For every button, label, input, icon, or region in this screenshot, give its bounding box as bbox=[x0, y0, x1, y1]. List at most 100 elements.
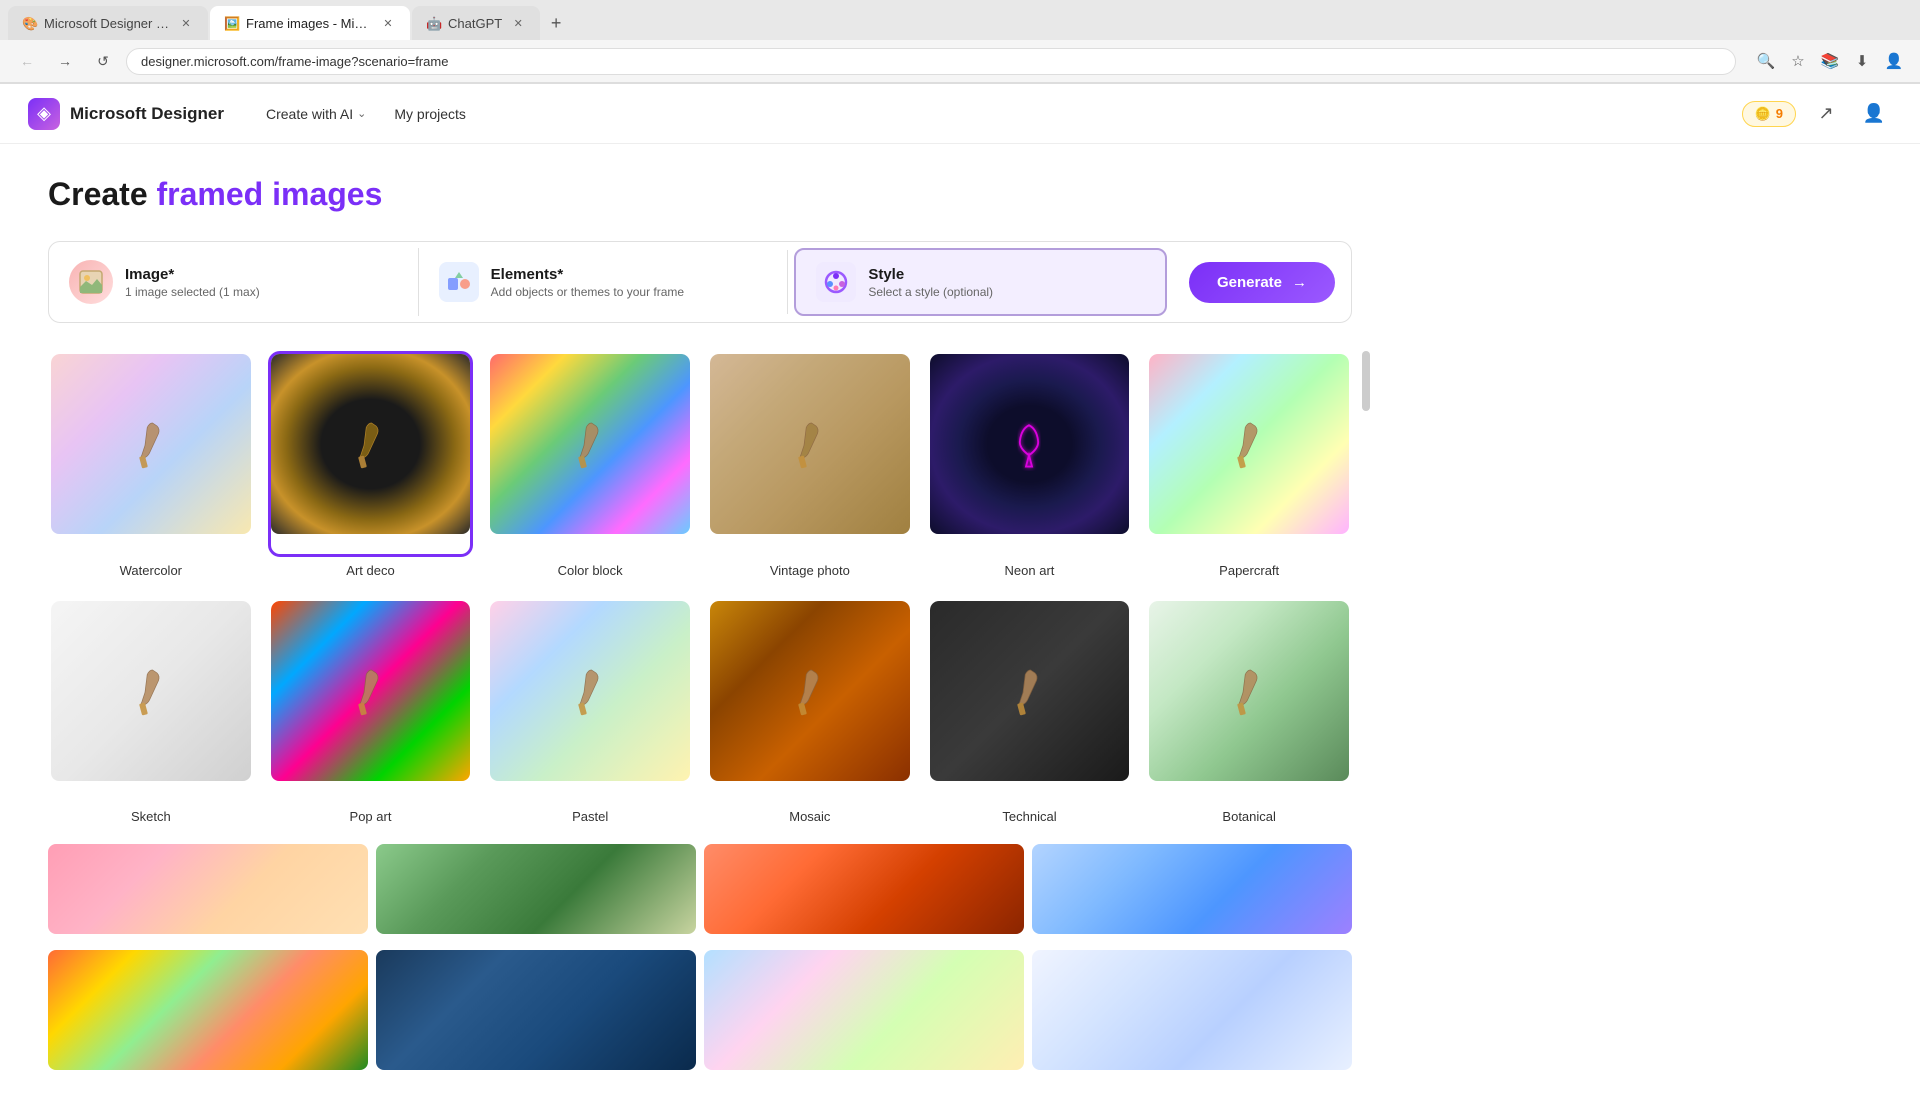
elements-icon bbox=[439, 262, 479, 302]
brush-icon bbox=[340, 661, 400, 721]
bottom-strip-2 bbox=[48, 942, 1352, 1070]
tab-bar: 🎨 Microsoft Designer - Stunning... ✕ 🖼️ … bbox=[0, 0, 1920, 40]
bottom-strip-1 bbox=[48, 844, 1352, 934]
image-info: Image* 1 image selected (1 max) bbox=[125, 266, 260, 299]
generate-arrow-icon: → bbox=[1292, 274, 1307, 291]
style-card-sketch[interactable]: Sketch bbox=[48, 598, 254, 825]
tab-3[interactable]: 🤖 ChatGPT ✕ bbox=[412, 6, 540, 40]
style-card-mosaic[interactable]: Mosaic bbox=[707, 598, 913, 825]
style-icon bbox=[816, 262, 856, 302]
style-card-art-deco[interactable]: Art deco bbox=[268, 351, 474, 578]
strip-image-food[interactable] bbox=[48, 950, 368, 1070]
page-title-plain: Create bbox=[48, 176, 157, 212]
new-tab-button[interactable]: + bbox=[542, 9, 570, 37]
bookmark-button[interactable]: 📚 bbox=[1816, 47, 1844, 75]
browser-chrome: 🎨 Microsoft Designer - Stunning... ✕ 🖼️ … bbox=[0, 0, 1920, 84]
style-image-9 bbox=[710, 601, 910, 781]
my-projects-nav[interactable]: My projects bbox=[380, 100, 480, 128]
scroll-container: Watercolor Art deco Color block Vintage pho… bbox=[48, 351, 1352, 824]
app-logo: ◈ Microsoft Designer bbox=[28, 98, 224, 130]
app-name: Microsoft Designer bbox=[70, 104, 224, 124]
style-label: Style bbox=[868, 266, 993, 283]
scroll-thumb[interactable] bbox=[1362, 351, 1370, 411]
style-name-6: Sketch bbox=[48, 809, 254, 824]
style-card-watercolor[interactable]: Watercolor bbox=[48, 351, 254, 578]
strip-image-sticker[interactable] bbox=[704, 950, 1024, 1070]
brush-icon bbox=[999, 414, 1059, 474]
style-image-2 bbox=[490, 354, 690, 534]
chevron-down-icon: ⌄ bbox=[357, 107, 366, 120]
brush-icon bbox=[780, 414, 840, 474]
strip-image-tools[interactable] bbox=[376, 950, 696, 1070]
toolbar: Image* 1 image selected (1 max) Elements… bbox=[48, 241, 1352, 323]
strip-image-cats[interactable] bbox=[1032, 950, 1352, 1070]
style-card-botanical[interactable]: Botanical bbox=[1146, 598, 1352, 825]
tab-1-favicon: 🎨 bbox=[22, 16, 36, 30]
tab-2-close[interactable]: ✕ bbox=[380, 15, 396, 31]
logo-icon: ◈ bbox=[28, 98, 60, 130]
brush-icon bbox=[121, 414, 181, 474]
style-name-7: Pop art bbox=[268, 809, 474, 824]
elements-section[interactable]: Elements* Add objects or themes to your … bbox=[419, 250, 789, 314]
strip-image-4[interactable] bbox=[1032, 844, 1352, 934]
style-name-8: Pastel bbox=[487, 809, 693, 824]
style-card-papercraft[interactable]: Papercraft bbox=[1146, 351, 1352, 578]
tab-1-close[interactable]: ✕ bbox=[178, 15, 194, 31]
image-section[interactable]: Image* 1 image selected (1 max) bbox=[49, 248, 419, 316]
style-image-8 bbox=[490, 601, 690, 781]
elements-info: Elements* Add objects or themes to your … bbox=[491, 266, 684, 299]
coin-icon: 🪙 bbox=[1755, 106, 1771, 122]
style-image-3 bbox=[710, 354, 910, 534]
style-name-1: Art deco bbox=[268, 563, 474, 578]
style-grid-2: Sketch Pop art Pastel Mosaic Technical Botani… bbox=[48, 598, 1352, 825]
style-card-pop-art[interactable]: Pop art bbox=[268, 598, 474, 825]
zoom-button[interactable]: 🔍 bbox=[1752, 47, 1780, 75]
tab-3-close[interactable]: ✕ bbox=[510, 15, 526, 31]
browser-controls: ← → ↺ designer.microsoft.com/frame-image… bbox=[0, 40, 1920, 83]
share-button[interactable]: ↗ bbox=[1808, 96, 1844, 132]
image-label: Image* bbox=[125, 266, 260, 283]
profile-button[interactable]: 👤 bbox=[1880, 47, 1908, 75]
strip-image-1[interactable] bbox=[48, 844, 368, 934]
style-image-1 bbox=[271, 354, 471, 534]
download-button[interactable]: ⬇ bbox=[1848, 47, 1876, 75]
style-name-2: Color block bbox=[487, 563, 693, 578]
generate-button[interactable]: Generate → bbox=[1189, 262, 1335, 303]
style-card-color-block[interactable]: Color block bbox=[487, 351, 693, 578]
back-button[interactable]: ← bbox=[12, 46, 42, 76]
url-text: designer.microsoft.com/frame-image?scena… bbox=[141, 54, 448, 69]
strip-image-2[interactable] bbox=[376, 844, 696, 934]
strip-image-3[interactable] bbox=[704, 844, 1024, 934]
brush-icon bbox=[560, 661, 620, 721]
tab-2[interactable]: 🖼️ Frame images - Microsoft Des... ✕ bbox=[210, 6, 410, 40]
style-card-vintage-photo[interactable]: Vintage photo bbox=[707, 351, 913, 578]
star-button[interactable]: ☆ bbox=[1784, 47, 1812, 75]
page-content: Create framed images Image* 1 image sele… bbox=[0, 144, 1400, 1102]
my-projects-label: My projects bbox=[394, 106, 466, 122]
page-title-highlight: framed images bbox=[157, 176, 383, 212]
forward-button[interactable]: → bbox=[50, 46, 80, 76]
style-name-9: Mosaic bbox=[707, 809, 913, 824]
account-button[interactable]: 👤 bbox=[1856, 96, 1892, 132]
style-grid: Watercolor Art deco Color block Vintage pho… bbox=[48, 351, 1352, 578]
style-image-4 bbox=[930, 354, 1130, 534]
style-card-neon-art[interactable]: Neon art bbox=[927, 351, 1133, 578]
coin-count: 9 bbox=[1776, 106, 1783, 121]
tab-2-favicon: 🖼️ bbox=[224, 16, 238, 30]
style-name-11: Botanical bbox=[1146, 809, 1352, 824]
elements-sub: Add objects or themes to your frame bbox=[491, 285, 684, 299]
coin-badge: 🪙 9 bbox=[1742, 101, 1796, 127]
tab-1[interactable]: 🎨 Microsoft Designer - Stunning... ✕ bbox=[8, 6, 208, 40]
tab-1-label: Microsoft Designer - Stunning... bbox=[44, 16, 170, 31]
style-sub: Select a style (optional) bbox=[868, 285, 993, 299]
address-bar[interactable]: designer.microsoft.com/frame-image?scena… bbox=[126, 48, 1736, 75]
style-card-pastel[interactable]: Pastel bbox=[487, 598, 693, 825]
create-with-ai-nav[interactable]: Create with AI ⌄ bbox=[252, 100, 380, 128]
tab-3-favicon: 🤖 bbox=[426, 16, 440, 30]
refresh-button[interactable]: ↺ bbox=[88, 46, 118, 76]
tab-2-label: Frame images - Microsoft Des... bbox=[246, 16, 372, 31]
brush-icon bbox=[999, 661, 1059, 721]
brush-icon bbox=[121, 661, 181, 721]
style-section[interactable]: Style Select a style (optional) bbox=[794, 248, 1167, 316]
style-card-technical[interactable]: Technical bbox=[927, 598, 1133, 825]
